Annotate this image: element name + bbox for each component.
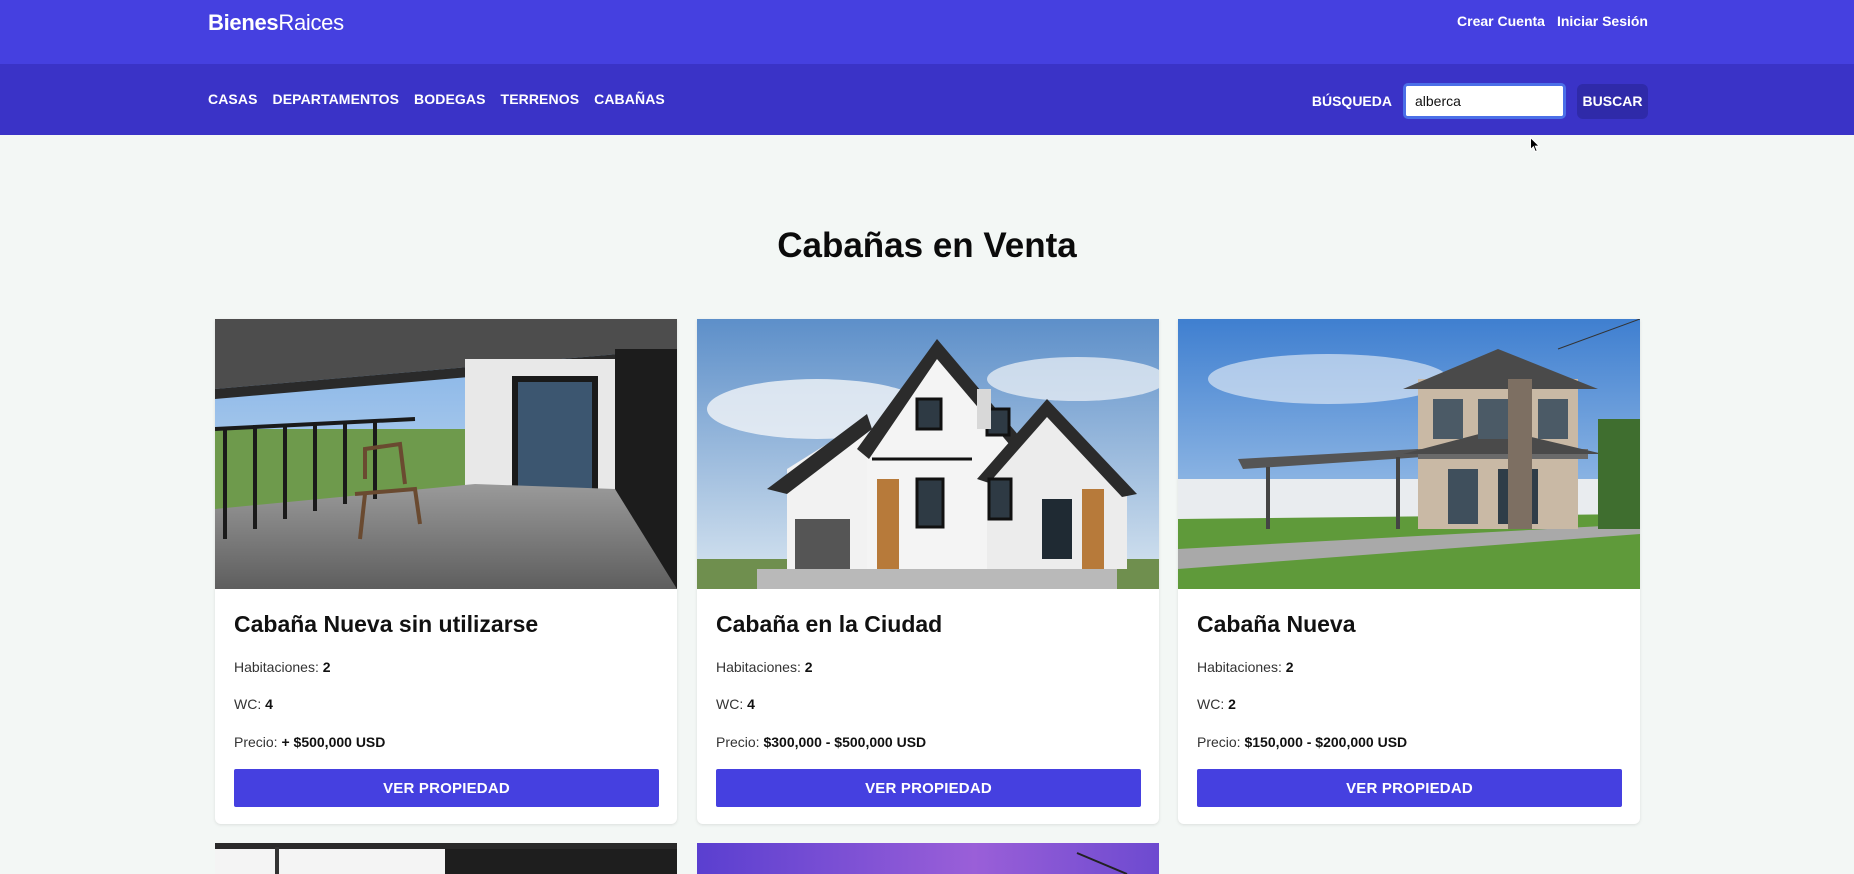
- listing-photo: [697, 319, 1159, 589]
- logo-bold-text: Bienes: [208, 10, 279, 35]
- price-label: Precio:: [1197, 734, 1241, 750]
- search-form: BÚSQUEDA BUSCAR: [1312, 83, 1648, 119]
- listing-title: Cabaña Nueva sin utilizarse: [234, 611, 539, 637]
- listing-rooms: Habitaciones: 2: [716, 659, 813, 675]
- mouse-cursor-icon: [1530, 137, 1540, 153]
- wc-value: 4: [747, 696, 755, 712]
- nav-link-terrenos[interactable]: TERRENOS: [501, 91, 580, 107]
- listing-photo-partial: [697, 843, 1159, 874]
- view-property-button[interactable]: VER PROPIEDAD: [1197, 769, 1622, 807]
- sign-in-link[interactable]: Iniciar Sesión: [1557, 13, 1648, 29]
- listing-rooms: Habitaciones: 2: [1197, 659, 1294, 675]
- listing-wc: WC: 4: [234, 696, 273, 712]
- listing-price: Precio: $150,000 - $200,000 USD: [1197, 734, 1407, 750]
- search-input[interactable]: [1403, 83, 1566, 119]
- auth-links: Crear Cuenta Iniciar Sesión: [1457, 13, 1648, 29]
- listing-photo-partial: [215, 843, 677, 874]
- wc-label: WC:: [716, 696, 744, 712]
- listing-title: Cabaña en la Ciudad: [716, 611, 943, 637]
- rooms-value: 2: [322, 659, 331, 675]
- listing-card: Cabaña Nueva sin utilizarse Habitaciones…: [215, 319, 677, 824]
- rooms-label: Habitaciones:: [716, 659, 801, 675]
- listing-card: Cabaña en la Ciudad Habitaciones: 2 WC: …: [697, 319, 1159, 824]
- nav-link-bodegas[interactable]: BODEGAS: [414, 91, 486, 107]
- listing-photo: [215, 319, 677, 589]
- listing-photo: [1178, 319, 1640, 589]
- nav-link-casas[interactable]: CASAS: [208, 91, 258, 107]
- price-label: Precio:: [234, 734, 278, 750]
- price-label: Precio:: [716, 734, 760, 750]
- nav-link-cabanas[interactable]: CABAÑAS: [594, 91, 665, 107]
- listing-wc: WC: 2: [1197, 696, 1236, 712]
- price-value: + $500,000 USD: [281, 734, 386, 750]
- view-property-button[interactable]: VER PROPIEDAD: [234, 769, 659, 807]
- rooms-label: Habitaciones:: [234, 659, 319, 675]
- wc-value: 4: [265, 696, 273, 712]
- wc-value: 2: [1228, 696, 1236, 712]
- rooms-label: Habitaciones:: [1197, 659, 1282, 675]
- listing-card: Cabaña Nueva Habitaciones: 2 WC: 2 Preci…: [1178, 319, 1640, 824]
- search-button[interactable]: BUSCAR: [1577, 83, 1648, 119]
- listing-title: Cabaña Nueva: [1197, 611, 1356, 637]
- nav-link-departamentos[interactable]: DEPARTAMENTOS: [273, 91, 400, 107]
- logo-light-text: Raices: [278, 10, 344, 35]
- search-label: BÚSQUEDA: [1311, 93, 1392, 109]
- listing-price: Precio: + $500,000 USD: [234, 734, 385, 750]
- category-navbar: CASAS DEPARTAMENTOS BODEGAS TERRENOS CAB…: [0, 64, 1854, 135]
- listing-rooms: Habitaciones: 2: [234, 659, 331, 675]
- rooms-value: 2: [804, 659, 813, 675]
- wc-label: WC:: [234, 696, 262, 712]
- wc-label: WC:: [1197, 696, 1225, 712]
- site-logo[interactable]: BienesRaices: [208, 10, 344, 36]
- price-value: $150,000 - $200,000 USD: [1244, 734, 1408, 750]
- price-value: $300,000 - $500,000 USD: [763, 734, 927, 750]
- category-links: CASAS DEPARTAMENTOS BODEGAS TERRENOS CAB…: [208, 91, 665, 107]
- page-title: Cabañas en Venta: [777, 226, 1077, 265]
- create-account-link[interactable]: Crear Cuenta: [1457, 13, 1545, 29]
- listing-price: Precio: $300,000 - $500,000 USD: [716, 734, 926, 750]
- rooms-value: 2: [1285, 659, 1294, 675]
- view-property-button[interactable]: VER PROPIEDAD: [716, 769, 1141, 807]
- top-header: BienesRaices Crear Cuenta Iniciar Sesión: [0, 0, 1854, 64]
- listing-wc: WC: 4: [716, 696, 755, 712]
